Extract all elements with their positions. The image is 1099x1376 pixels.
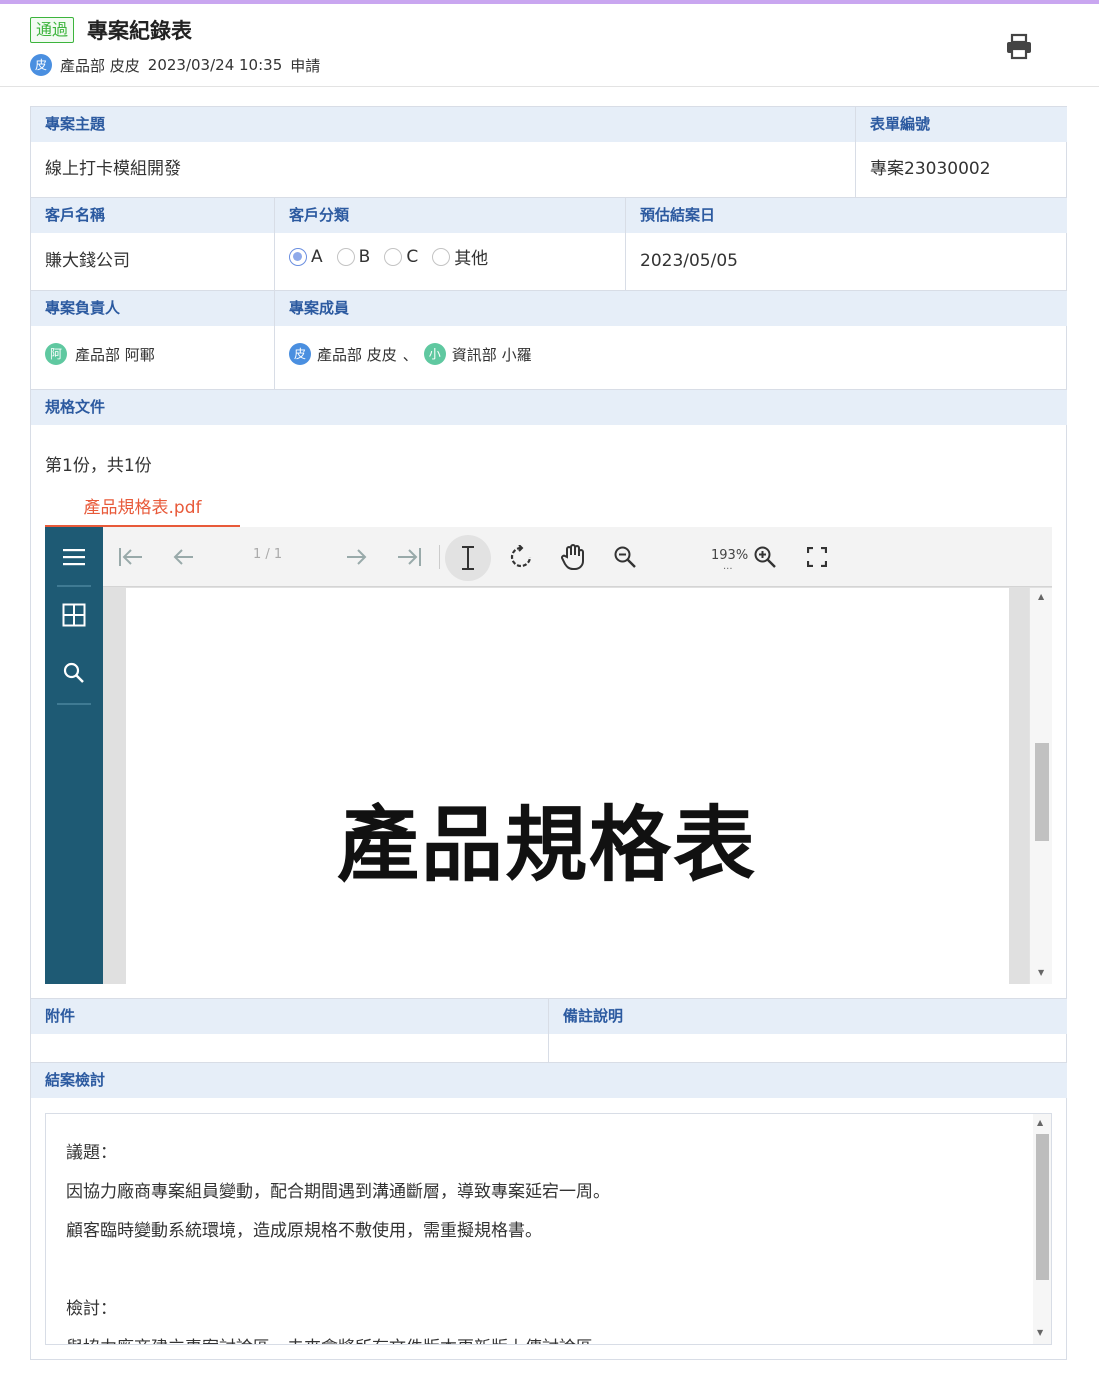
radio-circle[interactable] xyxy=(336,247,355,266)
applicant-datetime: 2023/03/24 10:35 xyxy=(147,56,283,74)
attachments-cell: 附件 xyxy=(31,998,549,1063)
form-no-cell: 表單編號 專案23030002 xyxy=(856,107,1067,198)
owner-label: 專案負責人 xyxy=(31,291,274,326)
subject-value: 線上打卡模組開發 xyxy=(45,159,181,179)
review-textarea[interactable]: 議題： 因協力廠商專案組員變動，配合期間遇到溝通斷層，導致專案延宕一周。 顧客臨… xyxy=(45,1113,1052,1345)
sidebar-divider xyxy=(57,703,91,705)
menu-icon[interactable] xyxy=(60,543,88,571)
review-scrollbar[interactable]: ▲ ▼ xyxy=(1033,1114,1051,1344)
radio-label: 其他 xyxy=(454,249,489,269)
review-label: 結案檢討 xyxy=(31,1063,1067,1098)
scroll-down-icon[interactable]: ▼ xyxy=(1037,1328,1043,1337)
radio-option-b[interactable]: B xyxy=(336,246,371,267)
category-label: 客戶分類 xyxy=(275,198,625,233)
applicant-name: 產品部 皮皮 xyxy=(60,56,140,75)
owner-cell: 專案負責人 阿 產品部 阿鄆 xyxy=(31,291,275,390)
spec-label: 規格文件 xyxy=(31,390,1067,425)
pan-hand-icon[interactable] xyxy=(557,541,589,573)
scroll-down-icon[interactable]: ▼ xyxy=(1038,968,1044,977)
customer-value: 賺大錢公司 xyxy=(45,251,130,271)
printer-icon[interactable] xyxy=(1004,33,1034,61)
viewer-scrollbar[interactable]: ▲ ▼ xyxy=(1029,588,1052,984)
owner-name: 產品部 阿鄆 xyxy=(75,345,155,364)
fullscreen-icon[interactable] xyxy=(801,541,833,573)
owner-person: 阿 產品部 阿鄆 xyxy=(31,326,274,382)
review-line: 議題： xyxy=(66,1143,117,1163)
members-cell: 專案成員 皮 產品部 皮皮、 小 資訊部 小羅 xyxy=(275,291,1067,390)
pdf-page: 產品規格表 xyxy=(126,588,1009,984)
pdf-viewer: 1 / 1 193% ... 產品規格表 ▲ ▼ xyxy=(45,527,1052,984)
form-no-value: 專案23030002 xyxy=(870,159,991,179)
scroll-up-icon[interactable]: ▲ xyxy=(1037,1118,1043,1127)
review-line: 與協力廠商建立專案討論區，未來會將所有文件版本更新版上傳討論區。 xyxy=(66,1329,1026,1344)
last-page-icon[interactable] xyxy=(393,541,425,573)
zoom-out-icon[interactable] xyxy=(609,541,641,573)
radio-label: A xyxy=(311,246,323,267)
sidebar-divider xyxy=(57,585,91,587)
zoom-more[interactable]: ... xyxy=(723,561,733,572)
avatar: 皮 xyxy=(289,343,311,365)
avatar: 小 xyxy=(423,343,446,365)
customer-cell: 客戶名稱 賺大錢公司 xyxy=(31,198,275,291)
category-cell: 客戶分類 A B C 其他 xyxy=(275,198,626,291)
scrollbar-thumb[interactable] xyxy=(1035,743,1049,841)
thumbnails-icon[interactable] xyxy=(60,601,88,629)
previous-page-icon[interactable] xyxy=(167,541,199,573)
viewer-toolbar: 1 / 1 193% ... xyxy=(103,527,1052,587)
attachments-label: 附件 xyxy=(31,999,548,1034)
members-label: 專案成員 xyxy=(275,291,1067,326)
subject-cell: 專案主題 線上打卡模組開發 xyxy=(31,107,856,198)
member-name: 產品部 皮皮 xyxy=(317,345,397,364)
tab-spec-pdf[interactable]: 產品規格表.pdf xyxy=(45,491,240,527)
member-name: 資訊部 小羅 xyxy=(451,345,532,364)
radio-label: C xyxy=(406,246,419,267)
due-date-value: 2023/05/05 xyxy=(640,251,738,271)
pdf-page-title: 產品規格表 xyxy=(336,798,757,893)
notes-label: 備註說明 xyxy=(549,999,1067,1034)
review-content: 議題： 因協力廠商專案組員變動，配合期間遇到溝通斷層，導致專案延宕一周。 顧客臨… xyxy=(66,1134,1026,1344)
member-separator: 、 xyxy=(402,345,418,364)
radio-label: B xyxy=(358,246,371,267)
review-line: 顧客臨時變動系統環境，造成原規格不敷使用，需重擬規格書。 xyxy=(66,1221,542,1241)
category-radio-group: A B C 其他 xyxy=(275,233,625,280)
page-title: 專案紀錄表 xyxy=(87,19,192,43)
radio-option-other[interactable]: 其他 xyxy=(432,244,488,269)
radio-circle[interactable] xyxy=(384,247,403,266)
notes-cell: 備註說明 xyxy=(549,998,1067,1063)
radio-option-a[interactable]: A xyxy=(289,247,323,267)
radio-option-c[interactable]: C xyxy=(384,247,418,267)
form-no-label: 表單編號 xyxy=(856,107,1067,142)
spec-count: 第1份，共1份 xyxy=(45,456,152,476)
avatar: 皮 xyxy=(30,54,52,76)
due-date-label: 預估結案日 xyxy=(626,198,1067,233)
search-icon[interactable] xyxy=(60,659,88,687)
next-page-icon[interactable] xyxy=(341,541,373,573)
applicant-info: 皮 產品部 皮皮 2023/03/24 10:35 申請 xyxy=(30,54,320,76)
scroll-up-icon[interactable]: ▲ xyxy=(1038,592,1044,601)
toolbar-divider xyxy=(439,545,440,569)
viewer-sidebar xyxy=(45,527,103,984)
first-page-icon[interactable] xyxy=(115,541,147,573)
project-form: 專案主題 線上打卡模組開發 表單編號 專案23030002 客戶名稱 賺大錢公司… xyxy=(30,106,1067,1360)
radio-circle[interactable] xyxy=(289,247,307,266)
review-line: 檢討： xyxy=(66,1299,117,1319)
subject-label: 專案主題 xyxy=(31,107,855,142)
page-header: 通過 專案紀錄表 皮 產品部 皮皮 2023/03/24 10:35 申請 xyxy=(0,4,1099,87)
customer-label: 客戶名稱 xyxy=(31,198,274,233)
scrollbar-thumb[interactable] xyxy=(1036,1134,1049,1280)
zoom-in-icon[interactable] xyxy=(749,541,781,573)
radio-circle[interactable] xyxy=(432,247,451,266)
status-badge: 通過 xyxy=(30,17,75,43)
applicant-action: 申請 xyxy=(290,56,321,75)
text-select-icon[interactable] xyxy=(445,535,491,581)
rotate-icon[interactable] xyxy=(505,541,537,573)
review-line xyxy=(66,1251,1026,1290)
page-indicator: 1 / 1 xyxy=(253,547,283,562)
due-date-cell: 預估結案日 2023/05/05 xyxy=(626,198,1067,291)
review-line: 因協力廠商專案組員變動，配合期間遇到溝通斷層，導致專案延宕一周。 xyxy=(66,1182,610,1202)
avatar: 阿 xyxy=(45,343,67,365)
members-list: 皮 產品部 皮皮、 小 資訊部 小羅 xyxy=(275,326,1067,382)
